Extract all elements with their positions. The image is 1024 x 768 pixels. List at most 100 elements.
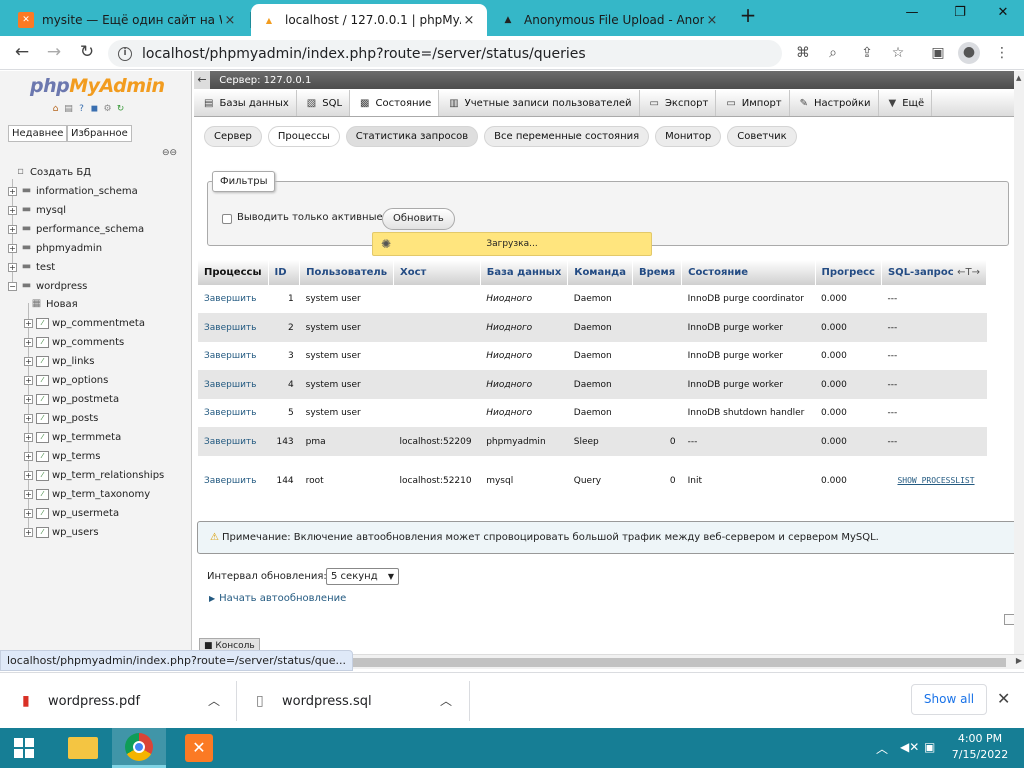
restore-icon[interactable]: ❐ <box>937 0 983 28</box>
expand-icon[interactable]: + <box>24 432 33 442</box>
volume-muted-icon[interactable]: ◀✕ <box>900 740 919 754</box>
settings-gear-icon[interactable]: ⚙ <box>102 104 113 115</box>
subtab-server[interactable]: Сервер <box>204 126 262 147</box>
table-item-wp_commentmeta[interactable]: + ⁄ wp_commentmeta <box>24 314 145 332</box>
col-database[interactable]: База данных <box>480 260 569 285</box>
expand-icon[interactable]: + <box>24 470 33 480</box>
table-item-wp_users[interactable]: + ⁄ wp_users <box>24 523 99 541</box>
col-progress[interactable]: Прогресс <box>815 260 882 285</box>
bookmark-star-icon[interactable]: ☆ <box>888 43 908 63</box>
download-item[interactable]: ▮ wordpress.pdf ︿ <box>22 683 232 719</box>
minimize-icon[interactable]: — <box>889 0 935 28</box>
expand-icon[interactable]: + <box>24 413 33 423</box>
forward-arrow-icon[interactable]: → <box>42 41 66 65</box>
col-sql[interactable]: SQL-запрос ←T→ <box>881 260 988 285</box>
network-icon[interactable]: ▣ <box>924 740 935 754</box>
reload-nav-icon[interactable]: ↻ <box>115 104 126 115</box>
download-item[interactable]: ▯ wordpress.sql ︿ <box>256 683 466 719</box>
close-downloads-icon[interactable]: ✕ <box>997 689 1010 708</box>
only-active-checkbox[interactable] <box>222 214 232 224</box>
db-item-phpmyadmin[interactable]: + ▬ phpmyadmin <box>8 239 102 257</box>
pma-logo[interactable]: phpMyAdmin <box>30 75 165 97</box>
col-host[interactable]: Хост <box>393 260 481 285</box>
translate-icon[interactable]: ⌘ <box>793 43 813 63</box>
create-db-item[interactable]: ▫ Создать БД <box>14 163 91 181</box>
expand-icon[interactable]: + <box>24 337 33 347</box>
expand-icon[interactable]: + <box>24 394 33 404</box>
subtab-all-status-vars[interactable]: Все переменные состояния <box>484 126 650 147</box>
subtab-query-stats[interactable]: Статистика запросов <box>345 126 479 147</box>
browser-tab-anonfiles[interactable]: ▲ Anonymous File Upload - AnonFi × <box>490 4 730 36</box>
expand-icon[interactable]: + <box>24 451 33 461</box>
db-item-performance_schema[interactable]: + ▬ performance_schema <box>8 220 144 238</box>
col-user[interactable]: Пользователь <box>299 260 395 285</box>
expand-icon[interactable]: + <box>24 375 33 385</box>
expand-icon[interactable]: + <box>8 243 17 253</box>
back-arrow-icon[interactable]: ← <box>10 41 34 65</box>
subtab-monitor[interactable]: Монитор <box>655 126 722 147</box>
table-item-wp_links[interactable]: + ⁄ wp_links <box>24 352 94 370</box>
collapse-nav-arrow-icon[interactable]: ← <box>194 71 210 89</box>
browser-tab-phpmyadmin[interactable]: ▲ localhost / 127.0.0.1 | phpMyAdm × <box>251 4 487 36</box>
show-all-downloads-button[interactable]: Show all <box>911 684 987 715</box>
expand-icon[interactable]: + <box>8 205 17 215</box>
kill-link[interactable]: Завершить <box>198 399 268 427</box>
chevron-up-icon[interactable]: ︿ <box>208 692 220 709</box>
profile-avatar-icon[interactable]: ● <box>958 42 980 64</box>
vertical-scrollbar[interactable]: ▲ <box>1014 71 1024 659</box>
db-item-test[interactable]: + ▬ test <box>8 258 55 276</box>
site-info-icon[interactable]: i <box>118 46 132 61</box>
xampp-taskbar-button[interactable]: ✕ <box>172 728 226 768</box>
chevron-up-icon[interactable]: ︿ <box>440 692 452 709</box>
menu-import[interactable]: ▭ Импорт <box>716 90 790 116</box>
cell-sql[interactable]: SHOW PROCESSLIST <box>881 456 987 505</box>
scroll-up-icon[interactable]: ▲ <box>1016 74 1021 82</box>
kill-link[interactable]: Завершить <box>198 313 268 342</box>
docs-icon[interactable]: ◼ <box>89 104 100 115</box>
expand-icon[interactable]: + <box>24 508 33 518</box>
expand-icon[interactable]: + <box>24 527 33 537</box>
start-button[interactable] <box>0 728 48 768</box>
close-tab-icon[interactable]: × <box>704 13 720 28</box>
table-item-wp_termmeta[interactable]: + ⁄ wp_termmeta <box>24 428 121 446</box>
table-item-wp_posts[interactable]: + ⁄ wp_posts <box>24 409 98 427</box>
table-item-wp_comments[interactable]: + ⁄ wp_comments <box>24 333 124 351</box>
expand-icon[interactable]: + <box>24 318 33 328</box>
file-explorer-taskbar-button[interactable] <box>56 728 110 768</box>
side-panel-icon[interactable]: ▣ <box>928 43 948 63</box>
kill-link[interactable]: Завершить <box>198 342 268 370</box>
home-icon[interactable]: ⌂ <box>50 104 61 115</box>
scroll-right-icon[interactable]: ▶ <box>1016 656 1022 665</box>
table-item-wp_term_relationships[interactable]: + ⁄ wp_term_relationships <box>24 466 164 484</box>
expand-icon[interactable]: + <box>24 356 33 366</box>
start-autorefresh-link[interactable]: ▶ Начать автообновление <box>209 593 346 604</box>
kill-link[interactable]: Завершить <box>198 370 268 399</box>
collapse-icon[interactable]: − <box>8 281 17 291</box>
interval-select[interactable]: 5 секунд ▼ <box>326 568 399 585</box>
close-tab-icon[interactable]: × <box>222 13 238 28</box>
col-id[interactable]: ID <box>268 260 301 285</box>
menu-export[interactable]: ▭ Экспорт <box>640 90 717 116</box>
resize-columns-icon[interactable]: ←T→ <box>957 267 980 278</box>
db-item-mysql[interactable]: + ▬ mysql <box>8 201 66 219</box>
table-item-wp_terms[interactable]: + ⁄ wp_terms <box>24 447 101 465</box>
only-active-label[interactable]: Выводить только активные <box>237 212 383 223</box>
expand-icon[interactable]: + <box>8 262 17 272</box>
expand-icon[interactable]: + <box>8 224 17 234</box>
table-item-wp_options[interactable]: + ⁄ wp_options <box>24 371 108 389</box>
reload-icon[interactable]: ↻ <box>75 41 99 65</box>
close-tab-icon[interactable]: × <box>461 13 477 28</box>
collapse-all-icon[interactable]: ⊖⊖ <box>162 148 177 158</box>
col-command[interactable]: Команда <box>567 260 633 285</box>
refresh-button[interactable]: Обновить <box>382 208 455 230</box>
menu-settings[interactable]: ✎ Настройки <box>790 90 879 116</box>
kill-link[interactable]: Завершить <box>198 285 268 313</box>
menu-databases[interactable]: ▤ Базы данных <box>194 90 297 116</box>
db-item-wordpress[interactable]: − ▬ wordpress <box>8 277 87 295</box>
menu-sql[interactable]: ▧ SQL <box>297 90 351 116</box>
close-window-icon[interactable]: ✕ <box>980 0 1024 28</box>
favorites-tab[interactable]: Избранное <box>67 125 132 142</box>
tray-chevron-icon[interactable]: ︿ <box>876 740 888 757</box>
kill-link[interactable]: Завершить <box>198 427 268 456</box>
new-tab-button[interactable]: + <box>737 5 759 27</box>
